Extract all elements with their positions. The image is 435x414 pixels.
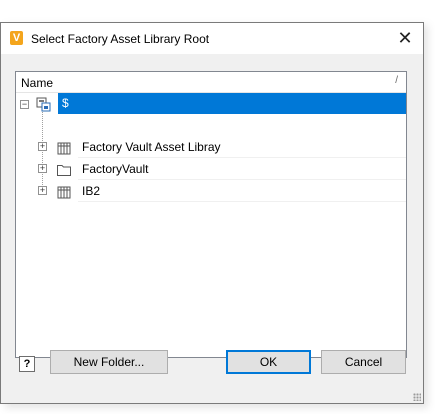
tree-item-label[interactable]: Factory Vault Asset Libray	[78, 137, 406, 158]
tree-item-label[interactable]: FactoryVault	[78, 159, 406, 180]
tree-item-label[interactable]: $	[58, 93, 406, 114]
close-icon[interactable]: ✕	[395, 28, 415, 48]
tree-column-header[interactable]: Name /	[16, 72, 406, 93]
vault-app-icon: V	[10, 31, 23, 45]
new-folder-button[interactable]: New Folder...	[50, 350, 168, 374]
tree-item-ib2[interactable]: + IB2	[16, 181, 406, 203]
tree-item-factoryvault[interactable]: + FactoryVault	[16, 159, 406, 181]
library-icon	[57, 186, 71, 199]
select-library-root-dialog: V Select Factory Asset Library Root ✕ Na…	[0, 22, 424, 404]
library-tree-view[interactable]: Name / − $ + Factory Vault Asset Libray …	[15, 71, 407, 358]
tree-root-row[interactable]: − $	[16, 93, 406, 115]
resize-grip-icon[interactable]	[413, 393, 421, 401]
collapse-icon[interactable]: −	[20, 100, 29, 109]
help-button[interactable]: ?	[19, 356, 35, 372]
cancel-button[interactable]: Cancel	[321, 350, 406, 374]
expand-icon[interactable]: +	[38, 142, 47, 151]
tree-item-factory-vault-asset-libray[interactable]: + Factory Vault Asset Libray	[16, 137, 406, 159]
folder-icon	[57, 165, 71, 176]
name-column-header[interactable]: Name	[21, 76, 53, 90]
title-bar[interactable]: V Select Factory Asset Library Root ✕	[1, 23, 423, 54]
tree-item-label[interactable]: IB2	[78, 181, 406, 202]
expand-icon[interactable]: +	[38, 164, 47, 173]
dialog-title: Select Factory Asset Library Root	[31, 32, 210, 46]
vault-root-icon	[36, 97, 51, 112]
column-sort-indicator: /	[395, 75, 398, 86]
library-icon	[57, 142, 71, 155]
ok-button[interactable]: OK	[226, 350, 311, 374]
expand-icon[interactable]: +	[38, 186, 47, 195]
